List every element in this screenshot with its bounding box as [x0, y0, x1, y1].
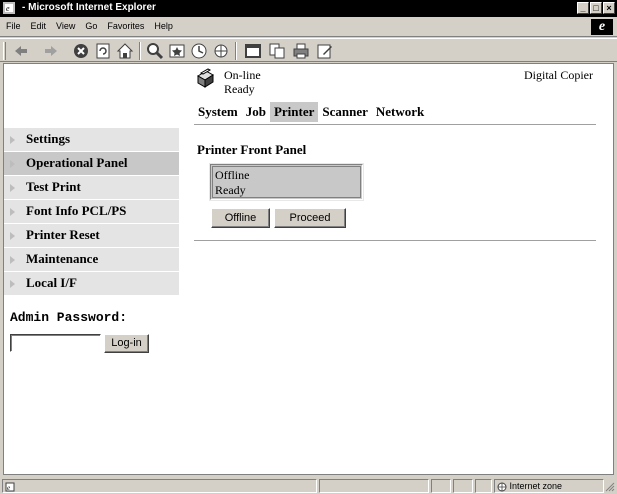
- sidebar-item-printer-reset[interactable]: Printer Reset: [4, 224, 179, 247]
- ie-app-icon: e: [3, 2, 15, 14]
- status-cell-a: [431, 479, 451, 493]
- tab-system[interactable]: System: [194, 102, 242, 122]
- sidebar-item-local-if[interactable]: Local I/F: [4, 272, 179, 295]
- tab-bar: System Job Printer Scanner Network: [194, 102, 428, 122]
- menu-favorites[interactable]: Favorites: [107, 21, 144, 31]
- close-button[interactable]: ×: [603, 2, 615, 14]
- arrow-right-icon: [10, 136, 15, 144]
- panel-title: Printer Front Panel: [197, 142, 307, 157]
- sidebar-item-label: Test Print: [26, 179, 81, 194]
- home-icon[interactable]: [116, 42, 134, 60]
- refresh-icon[interactable]: [94, 42, 112, 60]
- sidebar-item-label: Printer Reset: [26, 227, 100, 242]
- arrow-right-icon: [10, 184, 15, 192]
- offline-button[interactable]: Offline: [211, 208, 270, 228]
- sidebar-item-label: Local I/F: [26, 275, 77, 290]
- sidebar-item-label: Settings: [26, 131, 71, 146]
- minimize-button[interactable]: _: [577, 2, 589, 14]
- favorites-icon[interactable]: [168, 42, 186, 60]
- tab-network[interactable]: Network: [372, 102, 428, 122]
- print-icon[interactable]: [292, 42, 310, 60]
- arrow-right-icon: [10, 208, 15, 216]
- arrow-right-icon: [10, 160, 15, 168]
- page-icon: e: [5, 482, 15, 492]
- zone-label: Internet zone: [509, 481, 563, 491]
- arrow-right-icon: [10, 256, 15, 264]
- admin-password-input[interactable]: [10, 334, 101, 352]
- status-cell-c: [475, 479, 492, 493]
- search-icon[interactable]: [146, 42, 164, 60]
- tab-scanner[interactable]: Scanner: [318, 102, 372, 122]
- status-ready: Ready: [224, 82, 255, 96]
- sidebar: Settings Operational Panel Test Print Fo…: [4, 128, 179, 296]
- toolbar-grip[interactable]: [3, 42, 6, 60]
- arrow-right-icon: [10, 232, 15, 240]
- menu-bar: File Edit View Go Favorites Help e: [0, 17, 617, 37]
- status-online: On-line: [224, 68, 261, 82]
- display-line-2: Ready: [215, 183, 246, 197]
- menu-go[interactable]: Go: [85, 21, 97, 31]
- arrow-right-icon: [10, 280, 15, 288]
- ie-logo-icon: e: [591, 19, 613, 35]
- resize-grip[interactable]: [605, 482, 615, 492]
- proceed-button[interactable]: Proceed: [274, 208, 346, 228]
- panel-divider: [194, 240, 596, 242]
- header-spacer: [4, 64, 179, 128]
- tabs-divider: [194, 124, 596, 125]
- display-line-1: Offline: [215, 168, 250, 182]
- fullscreen-icon[interactable]: [244, 42, 262, 60]
- svg-text:e: e: [6, 4, 10, 13]
- status-progress-cell: [319, 479, 429, 493]
- stop-icon[interactable]: [72, 42, 90, 60]
- menu-view[interactable]: View: [56, 21, 75, 31]
- tab-printer[interactable]: Printer: [269, 102, 319, 122]
- sidebar-item-operational-panel[interactable]: Operational Panel: [4, 152, 179, 175]
- window-controls: _ □ ×: [576, 2, 615, 14]
- sidebar-item-label: Maintenance: [26, 251, 99, 266]
- svg-text:e: e: [7, 484, 10, 492]
- sidebar-item-settings[interactable]: Settings: [4, 128, 179, 151]
- tab-job[interactable]: Job: [242, 102, 270, 122]
- sidebar-item-font-info[interactable]: Font Info PCL/PS: [4, 200, 179, 223]
- sidebar-item-label: Font Info PCL/PS: [26, 203, 127, 218]
- forward-arrow-icon[interactable]: [42, 42, 60, 60]
- menu-file[interactable]: File: [6, 21, 21, 31]
- mail-icon[interactable]: [268, 42, 286, 60]
- title-bar: e - Microsoft Internet Explorer _ □ ×: [0, 0, 617, 17]
- admin-password-label: Admin Password:: [10, 310, 128, 325]
- front-panel-display: Offline Ready: [209, 163, 364, 201]
- toolbar: [0, 38, 617, 62]
- login-button[interactable]: Log-in: [104, 334, 149, 353]
- printer-status-icon: [197, 68, 214, 88]
- status-cell-b: [453, 479, 473, 493]
- menu-edit[interactable]: Edit: [31, 21, 47, 31]
- history-icon[interactable]: [190, 42, 208, 60]
- maximize-button[interactable]: □: [590, 2, 602, 14]
- sidebar-item-test-print[interactable]: Test Print: [4, 176, 179, 199]
- menu-help[interactable]: Help: [154, 21, 173, 31]
- sidebar-item-maintenance[interactable]: Maintenance: [4, 248, 179, 271]
- edit-icon[interactable]: [316, 42, 334, 60]
- internet-zone-icon: [497, 482, 507, 492]
- channels-icon[interactable]: [212, 42, 230, 60]
- back-arrow-icon[interactable]: [12, 42, 30, 60]
- window-title: - Microsoft Internet Explorer: [22, 2, 156, 13]
- device-name: Digital Copier: [524, 68, 593, 82]
- status-text-cell: e: [2, 479, 317, 493]
- status-bar: e Internet zone: [0, 477, 617, 494]
- status-zone-cell: Internet zone: [494, 479, 604, 493]
- page-content: On-line Ready Digital Copier System Job …: [3, 63, 614, 475]
- sidebar-item-label: Operational Panel: [26, 155, 128, 170]
